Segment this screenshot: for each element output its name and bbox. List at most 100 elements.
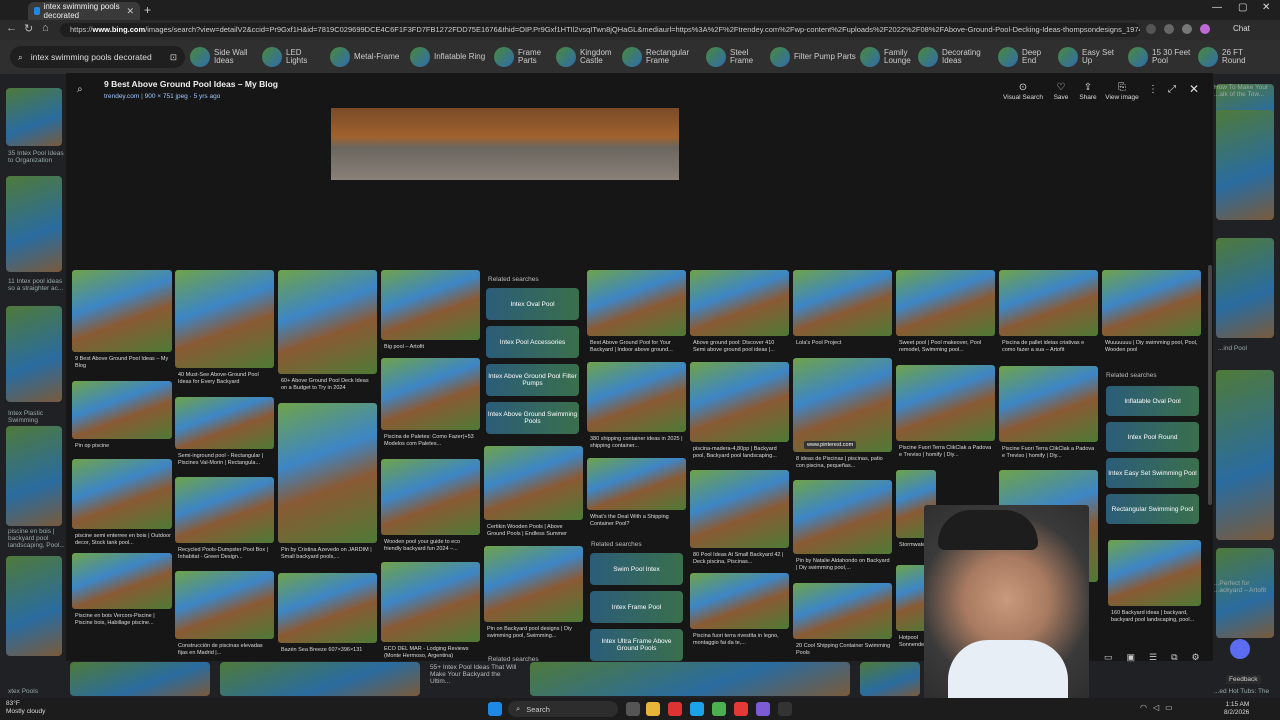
main-preview-image[interactable] <box>331 108 679 180</box>
image-result-card[interactable]: Certikin Wooden Pools | Above Ground Poo… <box>484 446 583 538</box>
screenshot-icon[interactable]: ▣ <box>1127 652 1136 666</box>
favorites-icon[interactable] <box>1182 24 1192 34</box>
copilot-floating-button[interactable] <box>1230 639 1250 659</box>
new-tab-button[interactable]: + <box>144 3 151 17</box>
image-result-card[interactable]: 9 Best Above Ground Pool Ideas – My Blog <box>72 270 172 370</box>
result-thumbnail[interactable] <box>793 270 892 336</box>
image-result-card[interactable]: Wooden pool your guide to eco friendly b… <box>381 459 480 553</box>
result-thumbnail[interactable] <box>793 480 892 554</box>
result-caption[interactable]: Sweet pool | Pool makeover, Pool remodel… <box>899 340 994 354</box>
url-field[interactable]: https://www.bing.com/images/search?view=… <box>60 23 1140 37</box>
cast-icon[interactable]: ▭ <box>1104 652 1113 666</box>
browser-tab[interactable]: intex swimming pools decorated ✕ <box>28 2 140 20</box>
related-search-item[interactable]: Intex Oval Pool <box>486 288 579 320</box>
suggestion-chip[interactable]: Kingdom Castle <box>556 46 616 68</box>
result-thumbnail[interactable] <box>587 362 686 432</box>
result-thumbnail[interactable] <box>381 358 480 430</box>
volume-icon[interactable]: ◁ <box>1153 703 1159 712</box>
image-result-card[interactable]: 40 Must-See Above-Ground Pool Ideas for … <box>175 270 274 386</box>
suggestion-chip[interactable]: 15 30 Feet Pool <box>1128 46 1192 68</box>
result-thumbnail[interactable] <box>175 477 274 543</box>
image-title[interactable]: 9 Best Above Ground Pool Ideas – My Blog <box>104 79 278 89</box>
result-thumbnail[interactable] <box>896 270 995 336</box>
related-search-item[interactable]: Rectangular Swimming Pool <box>1106 494 1199 524</box>
back-icon[interactable]: ← <box>6 22 17 34</box>
result-thumbnail[interactable] <box>484 546 583 622</box>
result-thumbnail[interactable] <box>896 365 995 441</box>
result-caption[interactable]: piscina-madera-4,80pp | Backyard pool, B… <box>693 446 788 460</box>
suggestion-chip[interactable]: 26 FT Round <box>1198 46 1264 68</box>
tab-close-icon[interactable]: ✕ <box>126 6 134 17</box>
battery-icon[interactable]: ▭ <box>1165 703 1173 712</box>
taskbar-search[interactable]: ⌕ Search <box>508 701 618 717</box>
modal-scrollbar[interactable] <box>1208 265 1212 505</box>
result-caption[interactable]: Pin by Natalie Aldahondo on Backyard | D… <box>796 558 891 572</box>
result-caption[interactable]: Wuuuuuuu | Diy swimming pool, Pool, Wood… <box>1105 340 1200 354</box>
suggestion-chip[interactable]: Frame Parts <box>494 46 550 68</box>
source-link[interactable]: trendey.com <box>104 93 139 100</box>
copilot-chat-button[interactable]: Chat <box>1233 24 1250 33</box>
result-caption[interactable]: Wooden pool your guide to eco friendly b… <box>384 539 479 553</box>
result-thumbnail[interactable] <box>175 270 274 368</box>
result-thumbnail[interactable] <box>175 397 274 449</box>
result-thumbnail[interactable] <box>72 270 172 352</box>
file-explorer-icon[interactable] <box>646 702 660 716</box>
favorite-star-icon[interactable] <box>1146 24 1156 34</box>
extensions-icon[interactable] <box>1164 24 1174 34</box>
image-result-card[interactable]: 160 Backyard ideas | backyard, backyard … <box>1108 540 1201 624</box>
related-search-item[interactable]: Intex Above Ground Swimming Pools <box>486 402 579 434</box>
suggestion-chip[interactable]: Deep End <box>998 46 1054 68</box>
profile-avatar[interactable] <box>1200 24 1210 34</box>
image-result-card[interactable]: ECO DEL MAR - Lodging Reviews (Monte Her… <box>381 562 480 660</box>
image-result-card[interactable]: Wuuuuuuu | Diy swimming pool, Pool, Wood… <box>1102 270 1201 354</box>
image-result-card[interactable]: Piscine en bois Vercors-Piscine | Piscin… <box>72 553 172 627</box>
result-thumbnail[interactable] <box>1102 270 1201 336</box>
background-thumbnail[interactable] <box>220 662 420 696</box>
background-thumbnail[interactable] <box>1216 110 1274 220</box>
subtitles-icon[interactable]: ☰ <box>1149 652 1157 666</box>
visual-search-icon[interactable]: ⊡ <box>170 52 177 63</box>
suggestion-chip[interactable]: Easy Set Up <box>1058 46 1122 68</box>
image-result-card[interactable]: 80 Pool Ideas At Small Backyard 42 | Dec… <box>690 470 789 566</box>
result-thumbnail[interactable] <box>793 583 892 639</box>
image-result-card[interactable]: 20 Cool Shipping Container Swimming Pool… <box>793 583 892 657</box>
result-caption[interactable]: Piscine Fuori Terra ClikClak a Padova e … <box>899 445 994 459</box>
result-thumbnail[interactable] <box>72 553 172 609</box>
image-result-card[interactable]: piscine semi enterree en bois | Outdoor … <box>72 459 172 547</box>
result-caption[interactable]: Lola's Pool Project <box>796 340 891 347</box>
action-view-image-button[interactable]: ⎘ View image <box>1100 82 1144 101</box>
result-caption[interactable]: 60+ Above Ground Pool Deck Ideas on a Bu… <box>281 378 376 392</box>
home-icon[interactable]: ⌂ <box>42 22 49 34</box>
image-result-card[interactable]: Pin by Cristina Azevedo on JARDIM | Smal… <box>278 403 377 561</box>
result-caption[interactable]: Bazén Sea Breeze 607×396×131 <box>281 647 376 654</box>
result-caption[interactable]: 20 Cool Shipping Container Swimming Pool… <box>796 643 891 657</box>
search-input[interactable]: ⌕ intex swimming pools decorated ⊡ <box>10 46 185 68</box>
background-thumbnail[interactable] <box>6 426 62 526</box>
result-caption[interactable]: 8 ideas de Piscinas | piscinas, patio co… <box>796 456 891 470</box>
image-result-card[interactable]: Pin on Backyard pool designs | Diy swimm… <box>484 546 583 640</box>
result-caption[interactable]: 40 Must-See Above-Ground Pool Ideas for … <box>178 372 273 386</box>
clock[interactable]: 1:15 AM 8/2/2026 <box>1224 701 1249 717</box>
refresh-icon[interactable]: ↻ <box>24 22 33 35</box>
image-result-card[interactable]: Pin by Natalie Aldahondo on Backyard | D… <box>793 480 892 572</box>
maximize-button[interactable]: ▢ <box>1238 2 1247 13</box>
suggestion-chip[interactable]: Metal-Frame <box>330 46 404 68</box>
related-search-item[interactable]: Intex Easy Set Swimming Pool <box>1106 458 1199 488</box>
task-view-icon[interactable] <box>626 702 640 716</box>
image-result-card[interactable]: Best Above Ground Pool for Your Backyard… <box>587 270 686 354</box>
image-result-card[interactable]: Semi-inground pool - Rectangular | Pisci… <box>175 397 274 467</box>
result-caption[interactable]: 160 Backyard ideas | backyard, backyard … <box>1111 610 1200 624</box>
result-thumbnail[interactable] <box>381 270 480 340</box>
background-thumbnail[interactable] <box>70 662 210 696</box>
modal-search-icon[interactable]: ⌕ <box>77 84 83 95</box>
image-result-card[interactable]: Pin op piscine <box>72 381 172 457</box>
pip-icon[interactable]: ⧉ <box>1171 652 1177 666</box>
settings-icon[interactable]: ⚙ <box>1192 652 1200 666</box>
result-caption[interactable]: ECO DEL MAR - Lodging Reviews (Monte Her… <box>384 646 479 660</box>
related-search-item[interactable]: Intex Pool Round <box>1106 422 1199 452</box>
edge-icon[interactable] <box>690 702 704 716</box>
suggestion-chip[interactable]: Rectangular Frame <box>622 46 700 68</box>
image-result-card[interactable]: Piscina de pallet ideias criativas e com… <box>999 270 1098 354</box>
wifi-icon[interactable]: ◠ <box>1140 703 1147 712</box>
app-icon[interactable] <box>668 702 682 716</box>
